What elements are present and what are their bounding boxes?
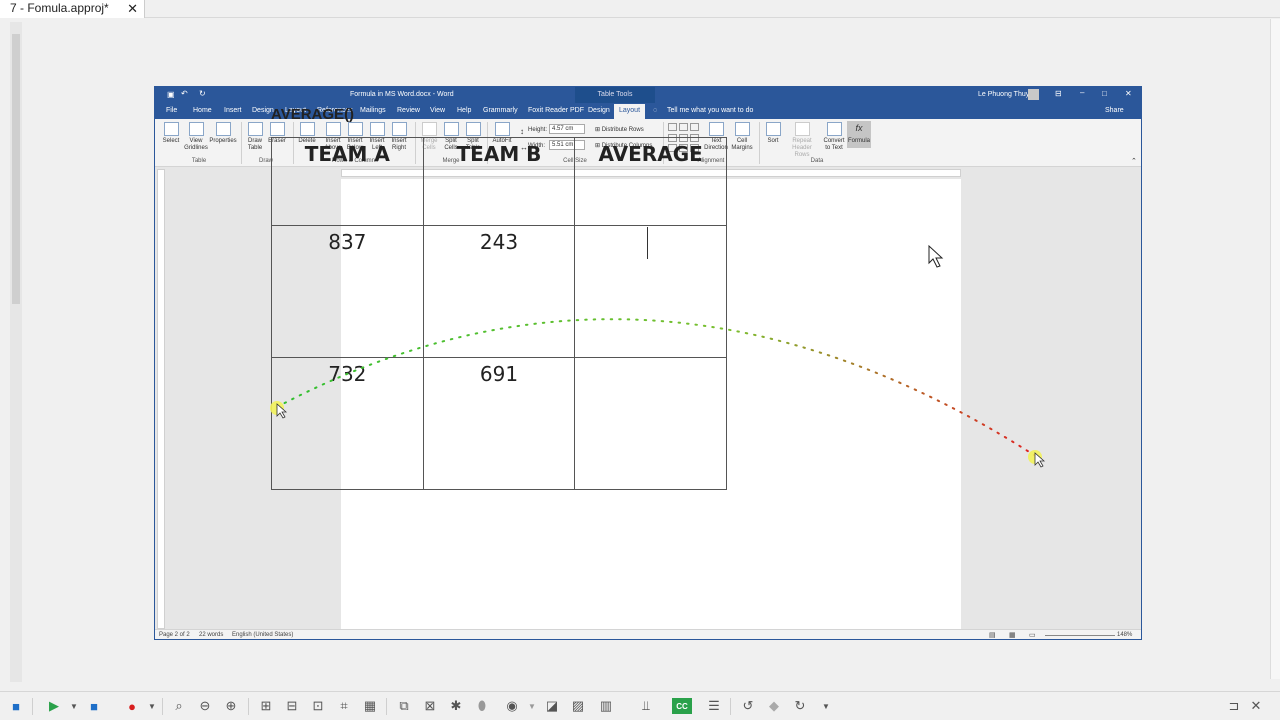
mouse-path-overlay [270,244,1046,468]
group-icon[interactable]: ⊡ [310,698,326,714]
audio-icon[interactable]: ◉ [504,698,520,714]
image-icon[interactable]: ◪ [544,698,560,714]
action-icon[interactable]: ✱ [448,698,464,714]
align-icon[interactable]: ⊞ [258,698,274,714]
pin-icon[interactable]: ⊐ [1226,698,1242,714]
distribute-icon[interactable]: ⊟ [284,698,300,714]
stop-icon[interactable]: ■ [86,698,102,714]
caption-cc-icon[interactable]: CC [672,698,692,714]
equation-icon[interactable]: ⫫ [638,698,654,714]
toolbar-divider [162,698,163,715]
more-dropdown-icon[interactable]: ▼ [818,698,834,714]
zoom-in-icon[interactable]: ⊕ [223,698,239,714]
toolbar-divider [386,698,387,715]
toolbar-divider [730,698,731,715]
loop-icon[interactable]: ↻ [792,698,808,714]
play-icon[interactable]: ▶ [46,698,62,714]
window-icon[interactable]: ■ [8,698,24,714]
close-toolbar-icon[interactable]: ✕ [1248,698,1264,714]
marker-icon[interactable]: ◆ [766,698,782,714]
highlight-icon[interactable]: ⬮ [474,698,490,714]
mouse-path [276,318,1035,456]
picture-icon[interactable]: ▨ [570,698,586,714]
animation-icon[interactable]: ⊠ [422,698,438,714]
play-dropdown-icon[interactable]: ▼ [66,698,82,714]
crop-icon[interactable]: ⌗ [336,698,352,714]
zoom-out-icon[interactable]: ⊖ [197,698,213,714]
recorder-toolbar: ■ ▶ ▼ ■ ● ▼ ⌕ ⊖ ⊕ ⊞ ⊟ ⊡ ⌗ ▦ ⧉ ⊠ ✱ ⬮ ◉ ▼ … [0,691,1280,720]
toolbar-divider [32,698,33,715]
transition-icon[interactable]: ⧉ [396,698,412,714]
audio-dropdown-icon[interactable]: ▼ [524,698,540,714]
record-dropdown-icon[interactable]: ▼ [144,698,160,714]
toolbar-divider [248,698,249,715]
list-icon[interactable]: ☰ [706,698,722,714]
mouse-cursor-icon [928,244,944,268]
undo-icon[interactable]: ↺ [740,698,756,714]
record-icon[interactable]: ● [124,698,140,714]
layer-icon[interactable]: ▦ [362,698,378,714]
zoom-fit-icon[interactable]: ⌕ [171,698,187,714]
bar-chart-icon[interactable]: ▥ [598,698,614,714]
